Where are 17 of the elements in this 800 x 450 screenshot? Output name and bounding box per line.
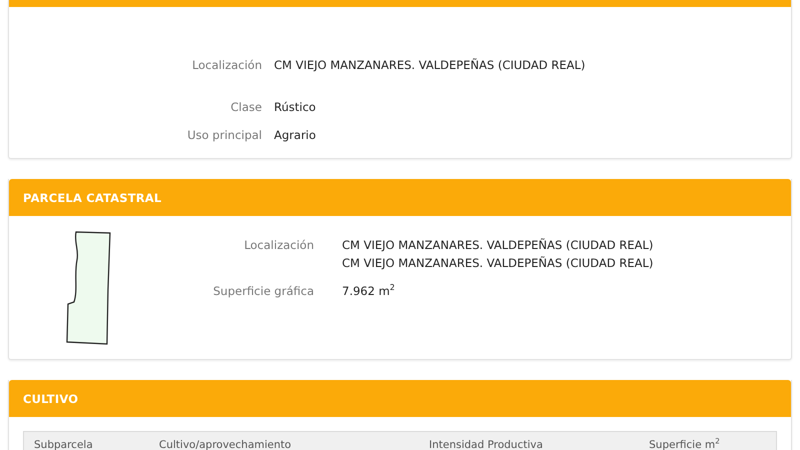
field-value: 7.962 m$^{2}$	[342, 282, 396, 300]
field-label: Superficie gráfica	[212, 283, 314, 300]
column-header: Superficie m$^{2}$	[649, 436, 721, 450]
field-value: CM VIEJO MANZANARES. VALDEPEÑAS (CIUDAD REAL)	[274, 57, 586, 74]
section-title: CULTIVO	[23, 392, 78, 406]
field-value: Rústico	[274, 99, 317, 116]
column-header: Intensidad Productiva	[429, 438, 544, 450]
field-label: Uso principal	[186, 127, 262, 144]
section-title: PARCELA CATASTRAL	[23, 190, 162, 204]
field-label: Localización	[243, 237, 314, 254]
field-label: Clase	[230, 99, 262, 116]
column-header: Cultivo/aprovechamiento	[159, 438, 292, 450]
field-value: CM VIEJO MANZANARES. VALDEPEÑAS (CIUDAD REAL)	[342, 255, 654, 272]
column-header: Subparcela	[34, 438, 94, 450]
field-value: Agrario	[274, 127, 317, 144]
field-label: Localización	[191, 57, 262, 74]
field-value: CM VIEJO MANZANARES. VALDEPEÑAS (CIUDAD REAL)	[342, 237, 654, 254]
